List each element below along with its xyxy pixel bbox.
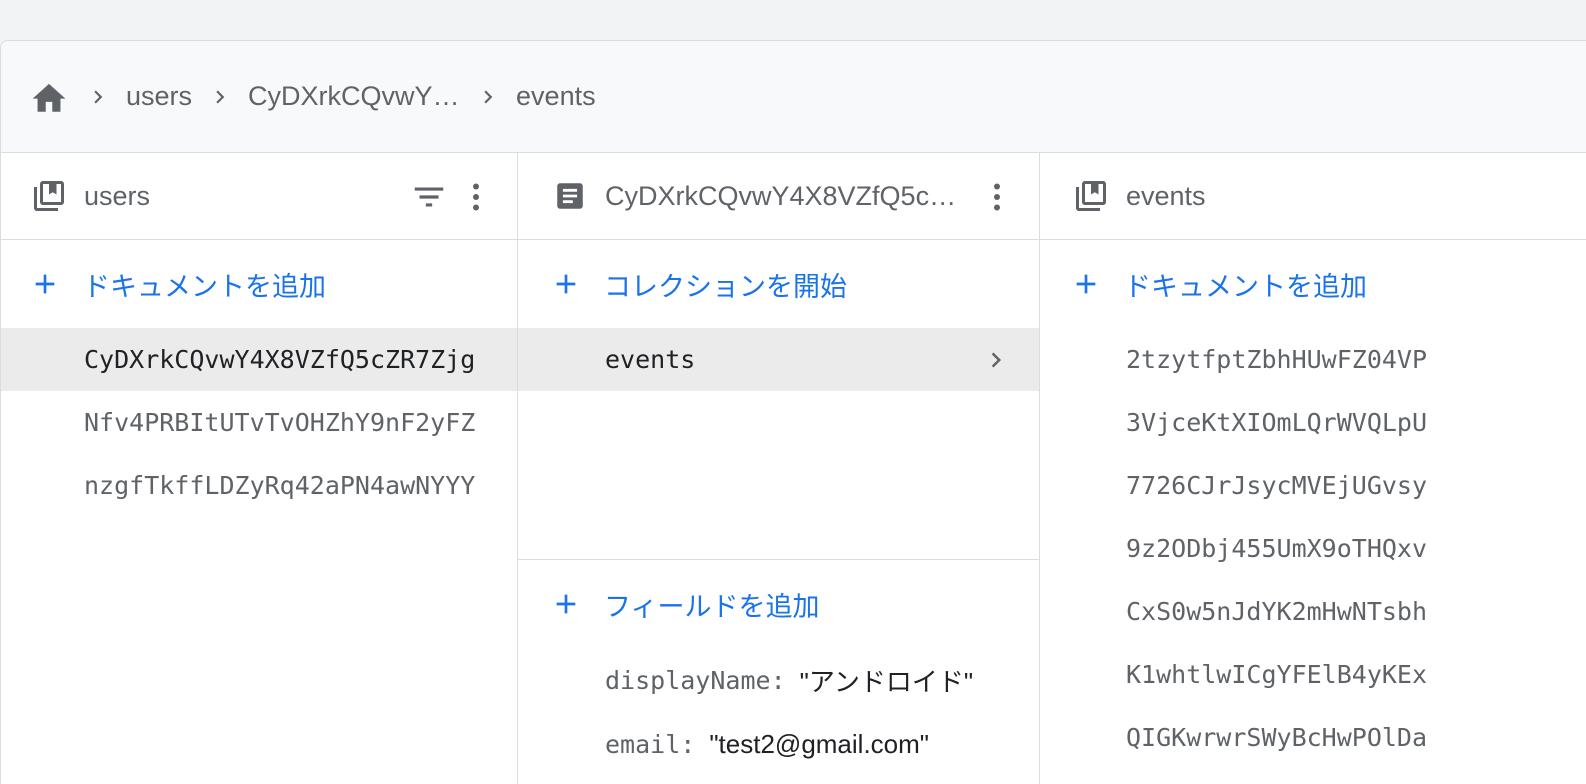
breadcrumb-document[interactable]: CyDXrkCQvwY4... [248, 81, 460, 112]
add-document-label: ドキュメントを追加 [1124, 271, 1367, 302]
users-document-list: CyDXrkCQvwY4X8VZfQ5cZR7Zjg Nfv4PRBItUTvT… [1, 328, 517, 517]
list-item[interactable]: 7726CJrJsycMVEjUGvsy [1040, 454, 1586, 517]
field-row-email[interactable]: email : "test2@gmail.com" [518, 712, 1039, 776]
field-value: "test2@gmail.com" [709, 728, 930, 759]
columns: users ドキュメントを追加 CyDXrkCQvwY4X8VZfQ5cZR7Z… [1, 153, 1586, 784]
column-title: users [84, 180, 151, 211]
collection-icon [1072, 177, 1110, 215]
events-column-header: events [1040, 153, 1586, 240]
subcollection-item-events[interactable]: events [518, 328, 1039, 391]
add-document-button[interactable]: ドキュメントを追加 [1040, 240, 1586, 328]
field-key: email [605, 729, 681, 759]
chevron-right-icon [981, 345, 1011, 375]
users-column-header: users [1, 153, 517, 240]
events-document-list: 2tzytfptZbhHUwFZ04VP 3VjceKtXIOmLQrWVQLp… [1040, 328, 1586, 769]
events-collection-column: events ドキュメントを追加 2tzytfptZbhHUwFZ04VP 3V… [1040, 153, 1586, 784]
filter-icon[interactable] [409, 175, 449, 219]
list-item[interactable]: CxS0w5nJdYK2mHwNTsbh [1040, 580, 1586, 643]
field-row-displayname[interactable]: displayName : "アンドロイド" [518, 648, 1039, 712]
chevron-right-icon [192, 84, 248, 110]
firestore-panel: users CyDXrkCQvwY4... events users ドキュメン… [0, 40, 1586, 784]
add-document-label: ドキュメントを追加 [83, 271, 326, 302]
breadcrumb-users[interactable]: users [126, 81, 192, 112]
document-column-header: CyDXrkCQvwY4X8VZfQ5cZ... [518, 153, 1039, 240]
breadcrumb: users CyDXrkCQvwY4... events [1, 41, 1586, 153]
add-document-button[interactable]: ドキュメントを追加 [1, 240, 517, 328]
list-item[interactable]: 9z2ODbj455UmX9oTHQxv [1040, 517, 1586, 580]
list-item[interactable]: K1whtlwICgYFElB4yKEx [1040, 643, 1586, 706]
field-key: displayName [605, 665, 771, 695]
column-title: CyDXrkCQvwY4X8VZfQ5cZ... [605, 180, 965, 211]
list-item[interactable]: nzgfTkffLDZyRq42aPN4awNYYY [1, 454, 517, 517]
column-title: events [1126, 180, 1206, 211]
plus-icon [550, 588, 582, 620]
users-collection-column: users ドキュメントを追加 CyDXrkCQvwY4X8VZfQ5cZR7Z… [1, 153, 518, 784]
list-item[interactable]: QIGKwrwrSWyBcHwPOlDa [1040, 706, 1586, 769]
document-icon [551, 177, 589, 215]
breadcrumb-events[interactable]: events [516, 81, 596, 112]
field-colon: : [680, 729, 696, 759]
list-item[interactable]: Nfv4PRBItUTvTvOHZhY9nF2yFZ [1, 391, 517, 454]
plus-icon [29, 268, 61, 300]
subcollection-label: events [605, 345, 696, 374]
chevron-right-icon [460, 84, 516, 110]
list-item[interactable]: 3VjceKtXIOmLQrWVQLpU [1040, 391, 1586, 454]
add-field-button[interactable]: フィールドを追加 [518, 560, 1039, 648]
plus-icon [1070, 268, 1102, 300]
fields-section: フィールドを追加 displayName : "アンドロイド" email : … [518, 559, 1039, 784]
start-collection-label: コレクションを開始 [604, 271, 847, 302]
list-item[interactable]: 2tzytfptZbhHUwFZ04VP [1040, 328, 1586, 391]
more-vert-icon[interactable] [456, 175, 496, 219]
field-colon: : [770, 665, 786, 695]
document-column: CyDXrkCQvwY4X8VZfQ5cZ... コレクションを開始 event… [518, 153, 1040, 784]
add-field-label: フィールドを追加 [604, 591, 820, 622]
home-icon[interactable] [28, 76, 70, 118]
chevron-right-icon [70, 84, 126, 110]
plus-icon [550, 268, 582, 300]
field-value: "アンドロイド" [799, 666, 974, 697]
list-item[interactable]: CyDXrkCQvwY4X8VZfQ5cZR7Zjg [1, 328, 517, 391]
more-vert-icon[interactable] [977, 175, 1017, 219]
collection-icon [30, 177, 68, 215]
start-collection-button[interactable]: コレクションを開始 [518, 240, 1039, 328]
